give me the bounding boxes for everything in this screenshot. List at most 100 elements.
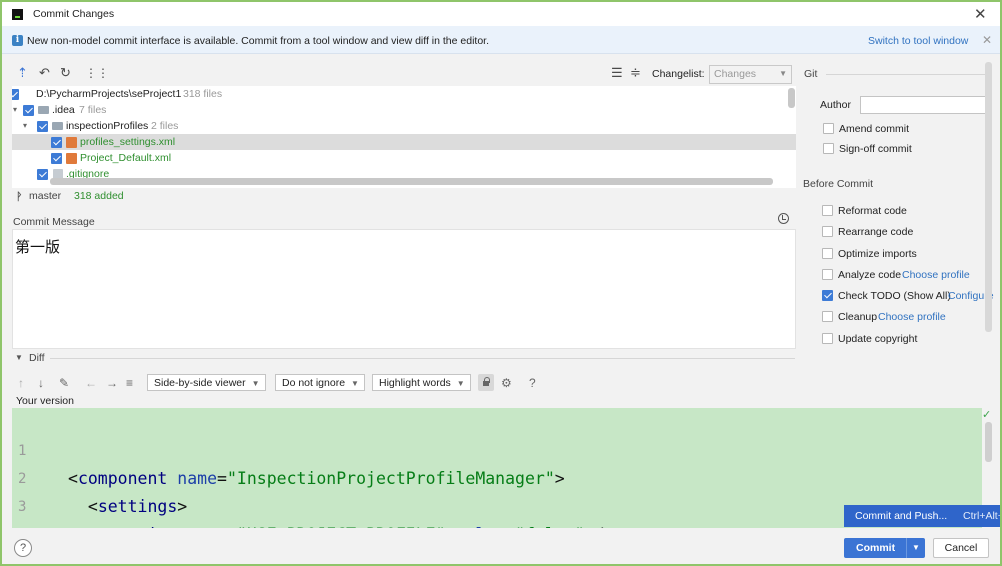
chevron-down-icon[interactable]: ▾ bbox=[13, 102, 17, 118]
chevron-down-icon: ▼ bbox=[779, 69, 787, 78]
check-todo-checkbox[interactable] bbox=[822, 290, 833, 301]
edit-source-icon[interactable]: ✎ bbox=[59, 376, 69, 390]
folder-icon bbox=[52, 122, 63, 130]
update-copyright-checkbox[interactable] bbox=[822, 333, 833, 344]
refresh-icon[interactable]: ↻ bbox=[60, 66, 71, 80]
tree-label: profiles_settings.xml bbox=[80, 136, 176, 148]
move-changes-icon[interactable]: ⇡ bbox=[17, 66, 28, 80]
code-text: <option name="USE_PROJECT_PROFILE" value… bbox=[68, 521, 615, 528]
history-clock-icon[interactable] bbox=[778, 213, 789, 224]
tree-row-root[interactable]: D:\PycharmProjects\seProject1 318 files bbox=[12, 86, 796, 102]
viewer-mode-select[interactable]: Side-by-side viewer ▼ bbox=[147, 374, 266, 391]
commit-message-input[interactable]: 第一版 bbox=[12, 229, 796, 349]
checkbox-checked[interactable] bbox=[37, 121, 48, 132]
expand-all-icon[interactable]: ☰ bbox=[611, 66, 623, 80]
option-label: Cleanup bbox=[838, 311, 878, 323]
tree-row-idea[interactable]: ▾ .idea 7 files bbox=[12, 102, 796, 118]
chevron-down-icon[interactable]: ▼ bbox=[15, 353, 23, 362]
highlight-mode-select[interactable]: Highlight words ▼ bbox=[372, 374, 471, 391]
banner-close-icon[interactable]: ✕ bbox=[982, 33, 992, 47]
code-line: 1 <component name="InspectionProjectProf… bbox=[12, 409, 982, 488]
author-label: Author bbox=[820, 99, 851, 111]
lock-icon[interactable] bbox=[478, 374, 494, 391]
added-summary: 318 added bbox=[74, 190, 124, 202]
options-scrollbar[interactable] bbox=[985, 62, 992, 332]
tree-horizontal-scrollbar[interactable] bbox=[50, 178, 773, 185]
code-line: 2 <settings> bbox=[12, 437, 982, 516]
commit-options-dropdown[interactable]: ▼ bbox=[906, 538, 925, 558]
checkbox-checked[interactable] bbox=[23, 105, 34, 116]
title-bar: Commit Changes ✕ bbox=[2, 2, 1000, 26]
folder-icon bbox=[38, 106, 49, 114]
tree-count: 318 files bbox=[183, 88, 223, 100]
switch-to-tool-window-link[interactable]: Switch to tool window bbox=[868, 35, 968, 47]
sign-off-commit-checkbox[interactable] bbox=[823, 143, 834, 154]
changelist-select[interactable]: Changes ▼ bbox=[709, 65, 792, 84]
checkbox-checked[interactable] bbox=[51, 137, 62, 148]
code-scrollbar[interactable] bbox=[985, 422, 992, 462]
notification-banner: i New non-model commit interface is avai… bbox=[2, 26, 1000, 54]
option-label: Analyze code bbox=[838, 269, 902, 281]
highlight-value: Highlight words bbox=[379, 377, 451, 389]
chevron-down-icon: ▼ bbox=[351, 379, 359, 388]
tree-row-inspection-profiles[interactable]: ▾ inspectionProfiles 2 files bbox=[12, 118, 796, 134]
author-input[interactable] bbox=[860, 96, 987, 114]
amend-commit-checkbox[interactable] bbox=[823, 123, 834, 134]
help-button[interactable]: ? bbox=[14, 539, 32, 557]
checkbox-checked[interactable] bbox=[12, 89, 19, 100]
cleanup-checkbox[interactable] bbox=[822, 311, 833, 322]
pycharm-app-icon bbox=[12, 9, 23, 20]
option-label: Reformat code bbox=[838, 205, 907, 217]
commit-and-push-shortcut: Ctrl+Alt+K bbox=[963, 510, 1000, 522]
cancel-button[interactable]: Cancel bbox=[933, 538, 989, 558]
commit-message-label: Commit Message bbox=[13, 216, 95, 228]
changes-tree: D:\PycharmProjects\seProject1 318 files … bbox=[12, 86, 796, 188]
compare-next-file-icon[interactable]: → bbox=[106, 376, 118, 390]
xml-file-icon bbox=[66, 153, 77, 164]
tree-label: inspectionProfiles bbox=[66, 120, 149, 132]
ignore-whitespace-select[interactable]: Do not ignore ▼ bbox=[275, 374, 365, 391]
changelist-value: Changes bbox=[714, 68, 757, 80]
banner-text: New non-model commit interface is availa… bbox=[27, 35, 490, 47]
settings-gear-icon[interactable]: ⚙ bbox=[501, 376, 512, 390]
code-line: 3 <option name="USE_PROJECT_PROFILE" val… bbox=[12, 465, 982, 528]
tree-row-profiles-settings[interactable]: profiles_settings.xml bbox=[12, 134, 796, 150]
chevron-down-icon: ▼ bbox=[456, 379, 465, 388]
reformat-code-checkbox[interactable] bbox=[822, 205, 833, 216]
analyze-code-checkbox[interactable] bbox=[822, 269, 833, 280]
tree-label: D:\PycharmProjects\seProject1 bbox=[36, 88, 182, 100]
file-list-icon[interactable]: ≡ bbox=[126, 376, 133, 390]
tree-vertical-scrollbar[interactable] bbox=[788, 88, 795, 108]
tree-row-project-default[interactable]: Project_Default.xml bbox=[12, 150, 796, 166]
your-version-label: Your version bbox=[16, 395, 74, 407]
diff-separator bbox=[50, 358, 795, 359]
group-by-icon[interactable]: ⋮⋮ bbox=[85, 66, 109, 80]
before-commit-label: Before Commit bbox=[803, 178, 874, 190]
commit-and-push-menu-item[interactable]: Commit and Push... Ctrl+Alt+K bbox=[844, 505, 1000, 527]
branch-name: master bbox=[29, 190, 62, 202]
viewer-mode-value: Side-by-side viewer bbox=[154, 377, 246, 389]
rearrange-code-checkbox[interactable] bbox=[822, 226, 833, 237]
xml-file-icon bbox=[66, 137, 77, 148]
option-label: Amend commit bbox=[839, 123, 910, 135]
optimize-imports-checkbox[interactable] bbox=[822, 248, 833, 259]
choose-profile-link[interactable]: Choose profile bbox=[902, 268, 970, 282]
choose-profile-link[interactable]: Choose profile bbox=[878, 310, 946, 324]
rollback-icon[interactable]: ↶ bbox=[39, 66, 50, 80]
help-icon[interactable]: ? bbox=[529, 376, 536, 390]
collapse-all-icon[interactable]: ≑ bbox=[630, 66, 641, 80]
info-icon: i bbox=[12, 35, 23, 46]
close-icon[interactable]: ✕ bbox=[974, 5, 987, 23]
next-difference-icon[interactable]: ↓ bbox=[38, 376, 44, 390]
checkbox-checked[interactable] bbox=[51, 153, 62, 164]
chevron-down-icon[interactable]: ▾ bbox=[23, 118, 27, 134]
option-label: Update copyright bbox=[838, 333, 918, 345]
previous-difference-icon[interactable]: ↑ bbox=[18, 376, 24, 390]
compare-previous-file-icon[interactable]: ← bbox=[85, 376, 97, 390]
commit-changes-dialog: Commit Changes ✕ i New non-model commit … bbox=[0, 0, 1002, 566]
checkbox-checked[interactable] bbox=[37, 169, 48, 180]
option-label: Check TODO (Show All) bbox=[838, 290, 951, 302]
commit-and-push-label: Commit and Push... bbox=[855, 510, 948, 522]
git-section-label: Git bbox=[804, 68, 818, 80]
diff-code-view[interactable]: 1 <component name="InspectionProjectProf… bbox=[12, 408, 982, 528]
